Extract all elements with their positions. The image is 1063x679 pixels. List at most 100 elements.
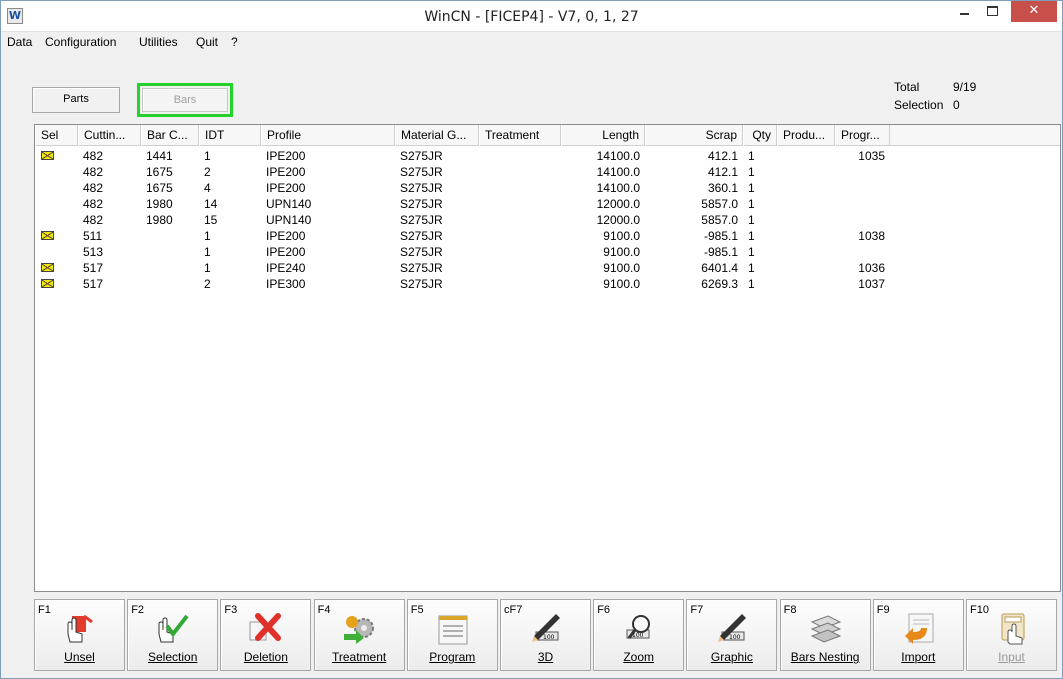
selected-envelope-icon[interactable] (41, 279, 54, 288)
selected-envelope-icon[interactable] (41, 231, 54, 240)
cell-scrap: 6269.3 (701, 277, 738, 291)
cell-qty: 1 (748, 261, 755, 275)
cell-treatment (479, 228, 561, 244)
program-button[interactable]: F5 Program (406, 599, 498, 671)
menu-help[interactable]: ? (231, 35, 238, 49)
col-idt[interactable]: IDT (199, 125, 261, 146)
cell-cutting: 482 (83, 149, 104, 163)
cell-cutting: 513 (83, 245, 104, 259)
cell-length: 12000.0 (596, 213, 640, 227)
bars-button-highlight: Bars (137, 83, 233, 117)
cell-material: S275JR (400, 229, 443, 243)
bars-button[interactable]: Bars (142, 88, 228, 112)
zoom-button[interactable]: F6 100 Zoom (593, 599, 685, 671)
table-row[interactable]: 482 1441 1 IPE200 S275JR 14100.0 412.1 1 1035 (35, 148, 1060, 164)
cell-progr (835, 244, 890, 260)
cell-produ (777, 260, 835, 276)
main-window: W WinCN - [FICEP4] - V7, 0, 1, 27 ✕ Data… (0, 0, 1063, 679)
cell-material: S275JR (400, 197, 443, 211)
cell-produ (777, 196, 835, 212)
cell-bar: 1675 (146, 165, 173, 179)
table-row[interactable]: 482 1675 2 IPE200 S275JR 14100.0 412.1 1 (35, 164, 1060, 180)
import-button[interactable]: F9 Import (872, 599, 964, 671)
col-cutting[interactable]: Cuttin... (78, 125, 141, 146)
col-scrap[interactable]: Scrap (645, 125, 743, 146)
table-row[interactable]: 482 1980 15 UPN140 S275JR 12000.0 5857.0 1 (35, 212, 1060, 228)
selected-envelope-icon[interactable] (41, 263, 54, 272)
cell-profile: IPE200 (266, 149, 306, 163)
cell-produ (777, 276, 835, 292)
cell-progr: 1036 (858, 261, 885, 275)
menu-quit[interactable]: Quit (196, 35, 218, 49)
close-button[interactable]: ✕ (1011, 1, 1057, 22)
cell-qty: 1 (748, 197, 755, 211)
title-bar: W WinCN - [FICEP4] - V7, 0, 1, 27 ✕ (1, 1, 1062, 32)
cell-scrap: 5857.0 (701, 197, 738, 211)
cell-progr (835, 212, 890, 228)
selection-check-icon (155, 612, 191, 646)
cell-scrap: 412.1 (707, 149, 738, 163)
cell-profile: IPE200 (266, 229, 306, 243)
function-key-label: F3 (224, 604, 238, 616)
cell-progr: 1038 (858, 229, 885, 243)
deletion-button[interactable]: F3 Deletion (220, 599, 312, 671)
col-produ[interactable]: Produ... (777, 125, 835, 146)
bars-table[interactable]: Sel Cuttin... Bar C... IDT Profile Mater… (34, 124, 1061, 592)
parts-button[interactable]: Parts (32, 87, 120, 113)
col-progr[interactable]: Progr... (835, 125, 890, 146)
selection-button[interactable]: F2 Selection (127, 599, 219, 671)
cell-produ (777, 244, 835, 260)
menu-utilities[interactable]: Utilities (139, 35, 178, 49)
cell-cutting: 482 (83, 181, 104, 195)
table-row[interactable]: 482 1675 4 IPE200 S275JR 14100.0 360.1 1 (35, 180, 1060, 196)
table-row[interactable]: 517 2 IPE300 S275JR 9100.0 6269.3 1 1037 (35, 276, 1060, 292)
table-row[interactable]: 517 1 IPE240 S275JR 9100.0 6401.4 1 1036 (35, 260, 1060, 276)
unsel-button[interactable]: F1 Unsel (34, 599, 125, 671)
function-key-label: F8 (783, 604, 797, 616)
cell-cutting: 482 (83, 165, 104, 179)
cell-progr (835, 196, 890, 212)
maximize-button[interactable] (979, 1, 1005, 22)
summary-labels: Total Selection (894, 80, 943, 116)
bars-nesting-button[interactable]: F8 Bars Nesting (779, 599, 871, 671)
magnifier-icon: 100 (621, 612, 657, 646)
cell-bar: 1441 (146, 149, 173, 163)
toolbar-button-label: Import (901, 650, 936, 664)
notepad-icon (435, 612, 471, 646)
col-length[interactable]: Length (561, 125, 645, 146)
cell-length: 9100.0 (603, 229, 640, 243)
col-treatment[interactable]: Treatment (479, 125, 561, 146)
toolbar-button-label: Selection (148, 650, 198, 664)
function-key-label: F7 (690, 604, 704, 616)
minimize-button[interactable] (951, 1, 977, 22)
col-profile[interactable]: Profile (261, 125, 395, 146)
cell-material: S275JR (400, 149, 443, 163)
cell-treatment (479, 164, 561, 180)
menu-data[interactable]: Data (7, 35, 32, 49)
treatment-button[interactable]: F4 Treatment (313, 599, 405, 671)
selected-envelope-icon[interactable] (41, 151, 54, 160)
cell-qty: 1 (748, 277, 755, 291)
cell-qty: 1 (748, 245, 755, 259)
table-row[interactable]: 482 1980 14 UPN140 S275JR 12000.0 5857.0 1 (35, 196, 1060, 212)
table-row[interactable]: 511 1 IPE200 S275JR 9100.0 -985.1 1 1038 (35, 228, 1060, 244)
cell-profile: IPE200 (266, 165, 306, 179)
cell-produ (777, 180, 835, 196)
col-material[interactable]: Material G... (395, 125, 479, 146)
table-row[interactable]: 513 1 IPE200 S275JR 9100.0 -985.1 1 (35, 244, 1060, 260)
function-key-label: F6 (597, 604, 611, 616)
3d-button[interactable]: cF7 100 3D (500, 599, 591, 671)
cell-treatment (479, 148, 561, 164)
col-sel[interactable]: Sel (35, 125, 78, 146)
cell-bar: 1980 (146, 213, 173, 227)
menu-configuration[interactable]: Configuration (45, 35, 116, 49)
graphic-button[interactable]: F7 100 Graphic (686, 599, 778, 671)
cell-cutting: 511 (83, 229, 103, 243)
cell-scrap: 412.1 (707, 165, 738, 179)
function-key-label: cF7 (504, 604, 523, 616)
col-bar-code[interactable]: Bar C... (141, 125, 199, 146)
col-qty[interactable]: Qty (743, 125, 777, 146)
function-key-label: F9 (876, 604, 890, 616)
input-button[interactable]: F10 Input (966, 599, 1057, 671)
selection-label: Selection (894, 98, 944, 112)
